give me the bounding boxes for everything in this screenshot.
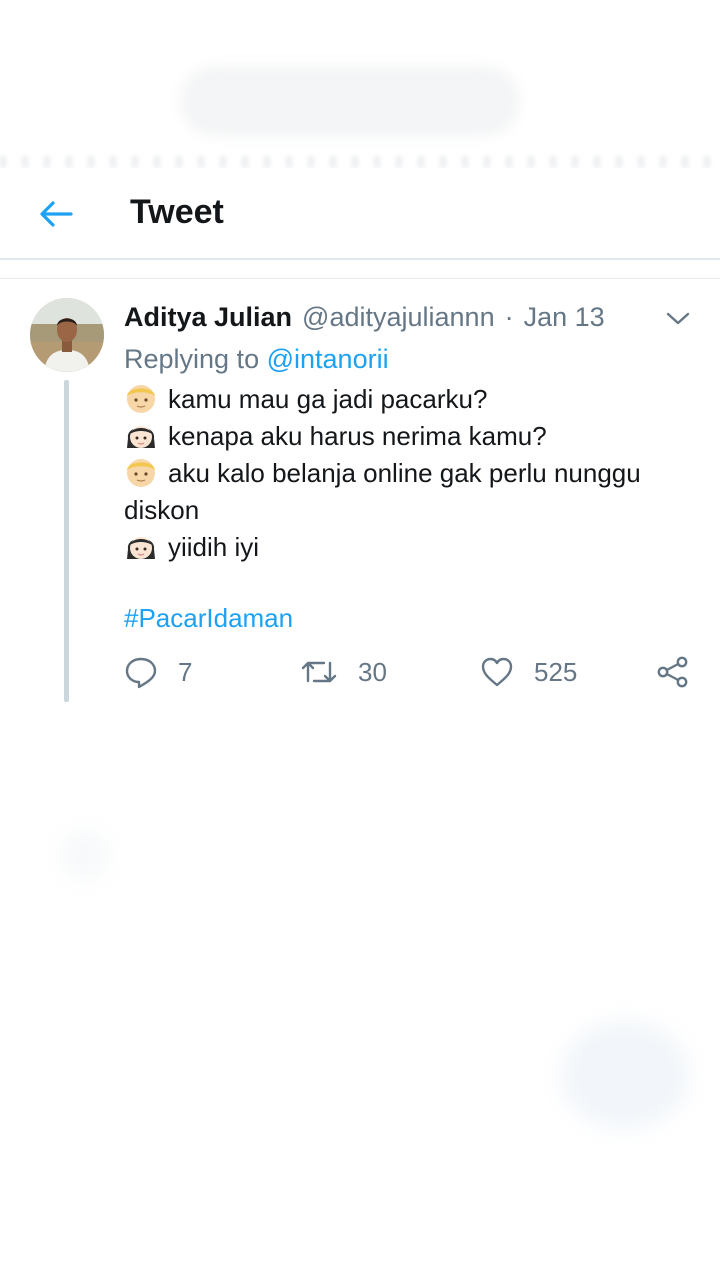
retweet-count: 30 xyxy=(358,656,387,687)
tweet-header: Aditya Julian @adityajuliannn · Jan 13 xyxy=(124,298,694,336)
arrow-left-icon xyxy=(40,201,73,227)
separator-dot: · xyxy=(504,302,514,332)
girl-face-icon xyxy=(127,426,155,448)
reply-icon xyxy=(125,657,157,689)
mention-link[interactable]: @intanorii xyxy=(267,344,389,374)
thread-line xyxy=(64,380,69,702)
replying-to: Replying to @intanorii xyxy=(124,339,694,379)
tweet-line: yiidih iyi xyxy=(124,529,684,566)
torn-edge-divider xyxy=(0,156,720,168)
tweet-actions: 7 30 525 xyxy=(124,650,694,694)
tweet-line: kenapa aku harus nerima kamu? xyxy=(124,418,684,455)
share-icon xyxy=(657,656,688,688)
tweet-line-text: yiidih iyi xyxy=(168,532,260,562)
avatar[interactable] xyxy=(30,298,104,372)
tweet-content: Aditya Julian @adityajuliannn · Jan 13 R… xyxy=(124,298,694,637)
blurred-overlay xyxy=(180,66,520,136)
boy-face-icon xyxy=(127,459,155,487)
author-name[interactable]: Aditya Julian xyxy=(124,298,292,336)
tweet-line-text: kamu mau ga jadi pacarku? xyxy=(168,384,488,414)
retweet-button[interactable]: 30 xyxy=(300,650,387,694)
replying-to-label: Replying to xyxy=(124,344,260,374)
heart-icon xyxy=(481,657,513,687)
tweet-date[interactable]: Jan 13 xyxy=(524,298,605,336)
tweet: Aditya Julian @adityajuliannn · Jan 13 R… xyxy=(0,280,720,710)
boy-face-icon xyxy=(127,385,155,413)
page-title: Tweet xyxy=(130,193,224,231)
tweet-line-text: aku kalo belanja online gak perlu nunggu… xyxy=(124,458,641,525)
girl-face-icon xyxy=(127,537,155,559)
tweet-line: kamu mau ga jadi pacarku? xyxy=(124,381,684,418)
faded-background xyxy=(0,760,720,1280)
like-button[interactable]: 525 xyxy=(480,650,577,694)
hashtag-link[interactable]: #PacarIdaman xyxy=(124,600,293,637)
tweet-line: aku kalo belanja online gak perlu nunggu… xyxy=(124,455,684,529)
divider xyxy=(0,278,720,279)
reply-button[interactable]: 7 xyxy=(124,650,192,694)
tweet-text: kamu mau ga jadi pacarku? kenapa aku har… xyxy=(124,381,684,637)
share-button[interactable] xyxy=(656,650,690,694)
status-bar-area xyxy=(0,0,720,168)
reply-count: 7 xyxy=(178,656,193,687)
author-handle[interactable]: @adityajuliannn xyxy=(302,298,495,336)
chevron-down-icon[interactable] xyxy=(664,304,692,332)
app-header: Tweet xyxy=(0,168,720,260)
like-count: 525 xyxy=(534,656,578,687)
retweet-icon xyxy=(301,661,337,683)
tweet-line-text: kenapa aku harus nerima kamu? xyxy=(168,421,547,451)
back-button[interactable] xyxy=(28,190,84,238)
